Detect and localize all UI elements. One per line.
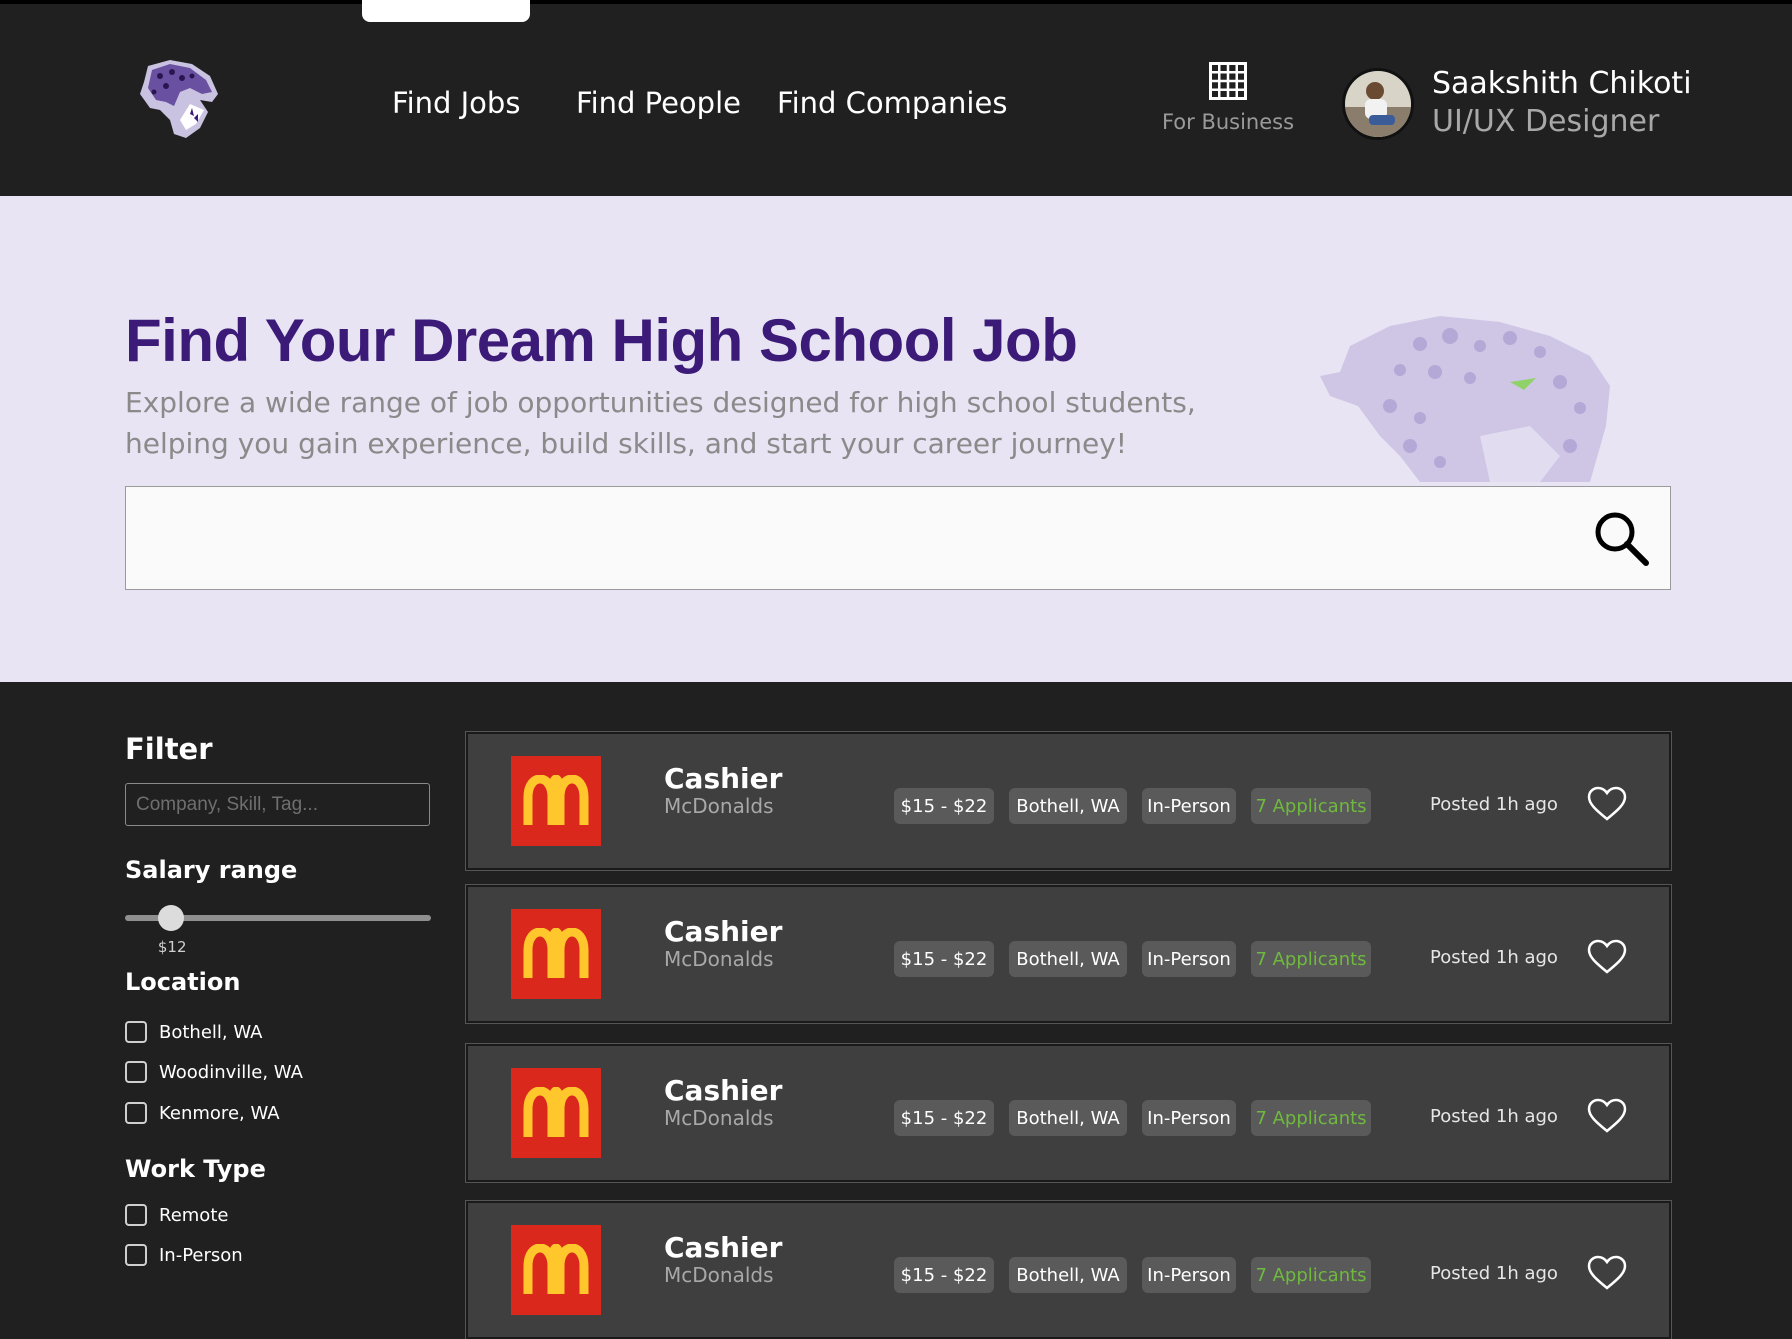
for-business-label: For Business — [1161, 110, 1295, 134]
user-name: Saakshith Chikoti — [1432, 66, 1692, 101]
location-heading: Location — [125, 968, 241, 996]
salary-range-heading: Salary range — [125, 856, 298, 884]
user-role: UI/UX Designer — [1432, 104, 1660, 139]
nav-find-people[interactable]: Find People — [576, 86, 741, 120]
header: Find Jobs Find People Find Companies For… — [0, 4, 1792, 196]
mcdonalds-logo-icon — [511, 1225, 601, 1315]
location-tag: Bothell, WA — [1009, 788, 1127, 824]
for-business-button[interactable]: For Business — [1160, 62, 1296, 134]
checkbox[interactable] — [125, 1244, 147, 1266]
worktype-option-in-person[interactable]: In-Person — [125, 1242, 243, 1268]
checkbox[interactable] — [125, 1061, 147, 1083]
heart-icon[interactable] — [1587, 939, 1627, 975]
work-type-heading: Work Type — [125, 1155, 266, 1183]
checkbox-label: In-Person — [159, 1244, 243, 1266]
applicants-tag: 7 Applicants — [1251, 788, 1371, 824]
checkbox-label: Kenmore, WA — [159, 1102, 280, 1124]
heart-icon[interactable] — [1587, 1255, 1627, 1291]
location-option-woodinville[interactable]: Woodinville, WA — [125, 1059, 303, 1085]
grid-icon — [1209, 62, 1247, 100]
location-tag: Bothell, WA — [1009, 941, 1127, 977]
applicants-tag: 7 Applicants — [1251, 1100, 1371, 1136]
salary-slider-value: $12 — [157, 938, 187, 956]
avatar[interactable] — [1342, 68, 1414, 140]
salary-tag: $15 - $22 — [894, 1257, 994, 1293]
posted-time: Posted 1h ago — [1430, 794, 1558, 815]
search-icon[interactable] — [1592, 509, 1650, 567]
posted-time: Posted 1h ago — [1430, 1263, 1558, 1284]
jaguar-watermark-icon — [1320, 316, 1610, 482]
heart-icon[interactable] — [1587, 1098, 1627, 1134]
job-search-bar — [125, 486, 1671, 590]
active-tab-indicator — [362, 0, 530, 22]
work-type-tag: In-Person — [1142, 1257, 1236, 1293]
checkbox-label: Woodinville, WA — [159, 1061, 303, 1083]
job-card[interactable]: Cashier McDonalds $15 - $22 Bothell, WA … — [465, 1043, 1672, 1183]
location-option-kenmore[interactable]: Kenmore, WA — [125, 1100, 280, 1126]
jaguar-logo-icon[interactable] — [130, 54, 226, 144]
heart-icon[interactable] — [1587, 786, 1627, 822]
salary-slider-thumb[interactable] — [157, 905, 184, 931]
mcdonalds-logo-icon — [511, 1068, 601, 1158]
job-title: Cashier — [664, 1074, 783, 1107]
salary-tag: $15 - $22 — [894, 788, 994, 824]
checkbox[interactable] — [125, 1204, 147, 1226]
posted-time: Posted 1h ago — [1430, 947, 1558, 968]
salary-tag: $15 - $22 — [894, 1100, 994, 1136]
worktype-option-remote[interactable]: Remote — [125, 1202, 228, 1228]
job-card[interactable]: Cashier McDonalds $15 - $22 Bothell, WA … — [465, 731, 1672, 871]
hero-section: Find Your Dream High School Job Explore … — [0, 196, 1792, 682]
checkbox-label: Remote — [159, 1204, 229, 1226]
job-company: McDonalds — [664, 1263, 774, 1287]
filter-search-input[interactable] — [125, 783, 430, 826]
job-company: McDonalds — [664, 1106, 774, 1130]
hero-title: Find Your Dream High School Job — [125, 307, 1078, 374]
checkbox[interactable] — [125, 1102, 147, 1124]
salary-tag: $15 - $22 — [894, 941, 994, 977]
nav-find-jobs[interactable]: Find Jobs — [392, 86, 520, 120]
applicants-tag: 7 Applicants — [1251, 1257, 1371, 1293]
job-card[interactable]: Cashier McDonalds $15 - $22 Bothell, WA … — [465, 1200, 1672, 1339]
job-title: Cashier — [664, 762, 783, 795]
filter-heading: Filter — [125, 732, 213, 766]
checkbox[interactable] — [125, 1021, 147, 1043]
checkbox-label: Bothell, WA — [159, 1021, 263, 1043]
work-type-tag: In-Person — [1142, 1100, 1236, 1136]
job-title: Cashier — [664, 1231, 783, 1264]
mcdonalds-logo-icon — [511, 909, 601, 999]
job-company: McDonalds — [664, 794, 774, 818]
work-type-tag: In-Person — [1142, 941, 1236, 977]
job-search-input[interactable] — [146, 487, 1590, 589]
work-type-tag: In-Person — [1142, 788, 1236, 824]
hero-subtitle: Explore a wide range of job opportunitie… — [125, 386, 1196, 460]
job-company: McDonalds — [664, 947, 774, 971]
posted-time: Posted 1h ago — [1430, 1106, 1558, 1127]
location-tag: Bothell, WA — [1009, 1100, 1127, 1136]
avatar-photo — [1345, 71, 1411, 137]
job-title: Cashier — [664, 915, 783, 948]
location-option-bothell[interactable]: Bothell, WA — [125, 1019, 262, 1045]
nav-find-companies[interactable]: Find Companies — [777, 86, 1007, 120]
location-tag: Bothell, WA — [1009, 1257, 1127, 1293]
applicants-tag: 7 Applicants — [1251, 941, 1371, 977]
mcdonalds-logo-icon — [511, 756, 601, 846]
job-card[interactable]: Cashier McDonalds $15 - $22 Bothell, WA … — [465, 884, 1672, 1024]
